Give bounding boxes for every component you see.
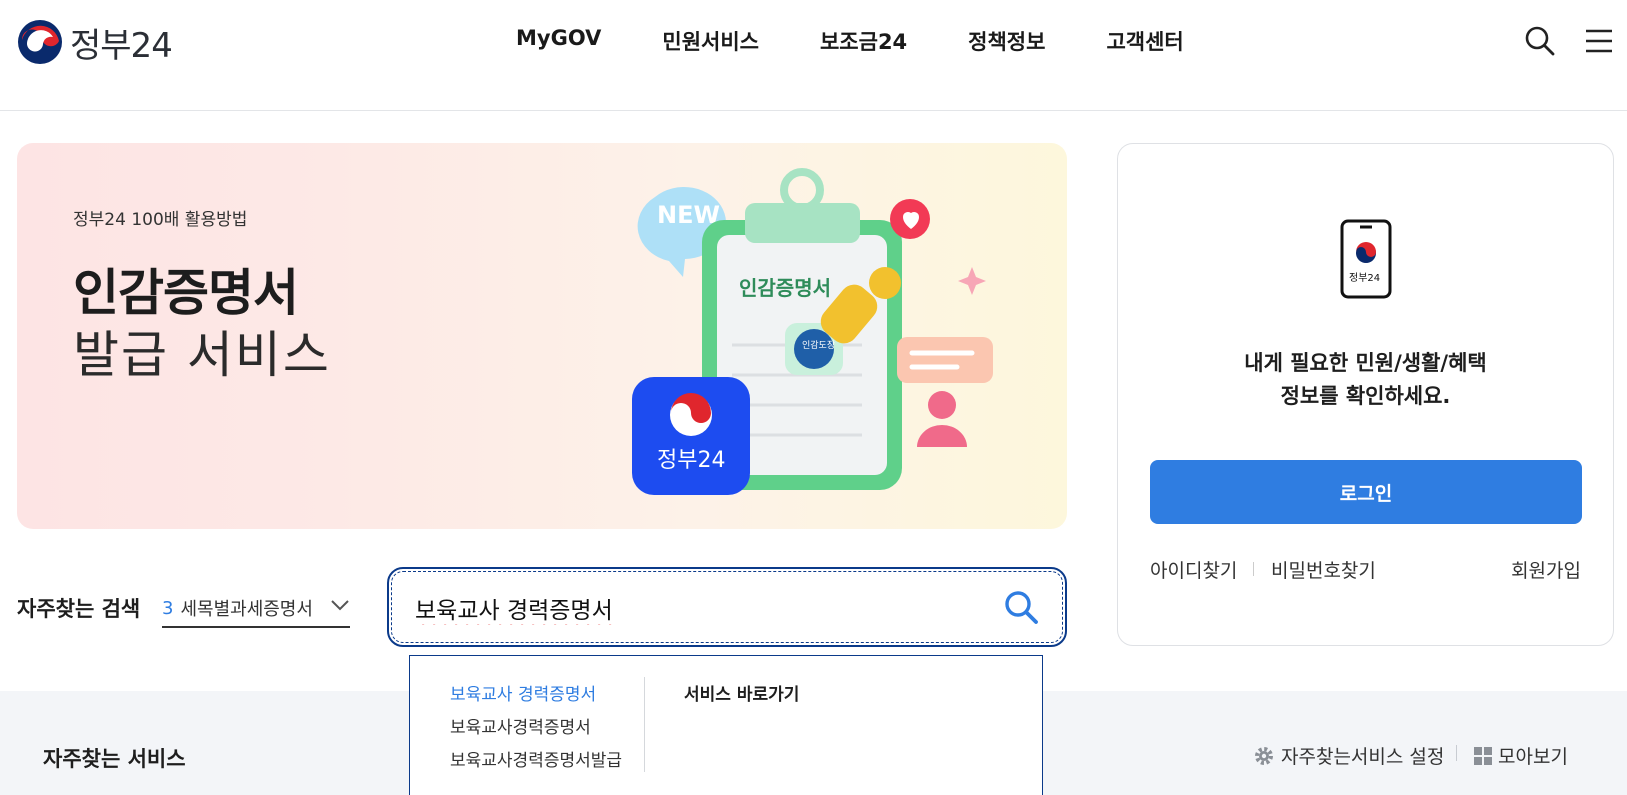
nav-item-policy-info[interactable]: 정책정보 [968, 26, 1045, 56]
banner-subtitle: 정부24 100배 활용방법 [73, 210, 248, 230]
view-all-link[interactable]: 모아보기 [1474, 742, 1568, 769]
suggestion-item[interactable]: 보육교사 경력증명서 [450, 680, 596, 705]
gear-icon [1255, 746, 1273, 765]
frequent-search-select[interactable]: 3 세목별과세증명서 [162, 590, 350, 628]
frequent-search-rank: 3 [162, 597, 174, 619]
taegeuk-logo-icon [18, 20, 62, 64]
autocomplete-dropdown: 보육교사 경력증명서 보육교사경력증명서 보육교사경력증명서발급 서비스 바로가… [409, 655, 1043, 795]
frequent-services-settings-link[interactable]: 자주찾는서비스 설정 [1253, 742, 1444, 769]
view-all-label: 모아보기 [1498, 746, 1568, 768]
promo-banner[interactable]: 정부24 100배 활용방법 인감증명서 발급 서비스 NEW 인감증명서 인감… [17, 143, 1067, 529]
main-nav: MyGOV 민원서비스 보조금24 정책정보 고객센터 [516, 26, 1245, 56]
banner-title-line2: 발급 서비스 [73, 326, 331, 384]
suggestion-item[interactable]: 보육교사경력증명서 [450, 713, 591, 738]
nav-item-subsidy24[interactable]: 보조금24 [820, 26, 907, 56]
frequent-search-label: 자주찾는 검색 [17, 597, 141, 621]
login-button[interactable]: 로그인 [1150, 460, 1582, 524]
certificate-illustration: NEW 인감증명서 인감도장 정부24 [632, 168, 993, 495]
search-icon[interactable] [1524, 25, 1556, 57]
logo-text: 정부24 [70, 25, 173, 66]
seal-text: 인감도장 [802, 339, 835, 351]
menu-icon[interactable] [1582, 25, 1614, 57]
nav-item-customer-center[interactable]: 고객센터 [1106, 26, 1183, 56]
frequent-services-title: 자주찾는 서비스 [43, 747, 186, 771]
find-id-link[interactable]: 아이디찾기 [1150, 556, 1237, 583]
chevron-down-icon [331, 600, 349, 611]
nav-item-mygov[interactable]: MyGOV [516, 26, 601, 56]
link-divider [1456, 745, 1457, 761]
login-panel: 정부24 내게 필요한 민원/생활/혜택 정보를 확인하세요. 로그인 아이디찾… [1117, 143, 1614, 646]
suggestion-item[interactable]: 보육교사경력증명서발급 [450, 746, 622, 771]
mobile-phone-icon: 정부24 [1340, 219, 1392, 299]
search-input[interactable] [415, 589, 975, 627]
site-header: 정부24 MyGOV 민원서비스 보조금24 정책정보 고객센터 [0, 0, 1627, 111]
link-divider [1253, 562, 1254, 576]
grid-icon [1474, 746, 1492, 765]
service-shortcut-title: 서비스 바로가기 [684, 685, 800, 705]
search-box [387, 567, 1067, 647]
phone-label: 정부24 [1349, 272, 1380, 284]
app-icon-label: 정부24 [657, 448, 725, 473]
login-message-line2: 정보를 확인하세요. [1280, 384, 1451, 408]
find-password-link[interactable]: 비밀번호찾기 [1271, 556, 1376, 583]
login-message-line1: 내게 필요한 민원/생활/혜택 [1244, 351, 1487, 375]
settings-link-label: 자주찾는서비스 설정 [1281, 746, 1445, 768]
dropdown-divider [644, 677, 645, 772]
signup-link[interactable]: 회원가입 [1511, 556, 1581, 583]
nav-item-civil-services[interactable]: 민원서비스 [662, 26, 759, 56]
doc-title: 인감증명서 [739, 276, 831, 300]
frequent-search-term: 세목별과세증명서 [180, 599, 313, 620]
logo[interactable]: 정부24 [17, 18, 173, 66]
search-button-icon[interactable] [1003, 589, 1039, 625]
